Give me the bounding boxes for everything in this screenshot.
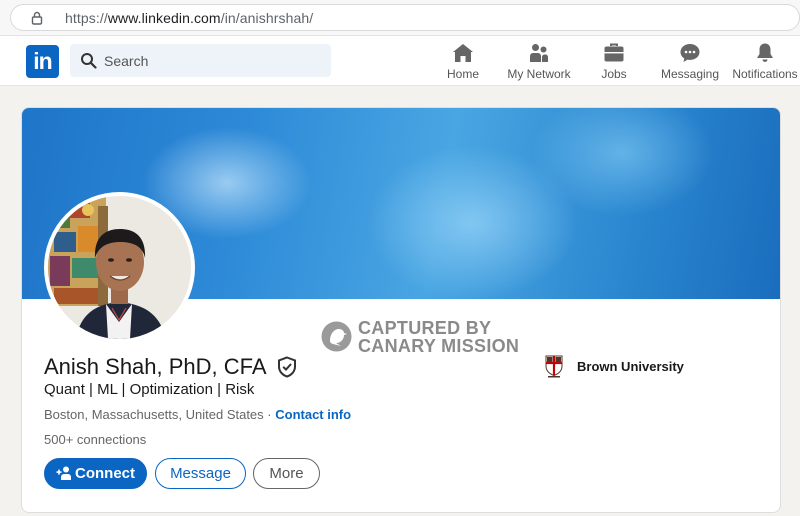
search-input[interactable] bbox=[104, 44, 324, 77]
nav-my-network[interactable]: My Network bbox=[505, 41, 573, 85]
avatar-photo bbox=[48, 196, 191, 339]
nav-home[interactable]: Home bbox=[443, 41, 483, 85]
connect-button-label: Connect bbox=[75, 465, 135, 482]
briefcase-icon bbox=[604, 43, 624, 62]
profile-avatar[interactable] bbox=[44, 192, 195, 343]
profile-name-row: Anish Shah, PhD, CFA bbox=[44, 353, 297, 381]
connections-count[interactable]: 500+ connections bbox=[44, 432, 146, 447]
nav-notifications[interactable]: Notifications bbox=[732, 41, 798, 85]
profile-headline: Quant | ML | Optimization | Risk bbox=[44, 381, 255, 398]
bird-icon bbox=[321, 321, 352, 352]
watermark-line-2: CANARY MISSION bbox=[358, 336, 520, 356]
nav-home-label: Home bbox=[446, 67, 479, 81]
contact-info-link[interactable]: Contact info bbox=[275, 407, 351, 422]
nav-jobs-label: Jobs bbox=[601, 67, 627, 81]
nav-notifications-label: Notifications bbox=[732, 67, 798, 81]
profile-name: Anish Shah, PhD, CFA bbox=[44, 354, 267, 379]
brown-university-logo bbox=[543, 354, 565, 378]
location-separator: · bbox=[263, 407, 276, 422]
watermark-line-1: CAPTURED BY bbox=[358, 318, 492, 338]
message-button[interactable]: Message bbox=[155, 458, 246, 489]
linkedin-logo[interactable]: in bbox=[26, 45, 59, 78]
add-person-icon bbox=[56, 466, 71, 480]
top-nav: in Home My Network Jobs bbox=[0, 36, 800, 86]
search-icon bbox=[81, 53, 97, 69]
nav-messaging[interactable]: Messaging bbox=[659, 41, 721, 85]
network-icon bbox=[530, 44, 548, 62]
bell-icon bbox=[757, 43, 773, 62]
connect-button[interactable]: Connect bbox=[44, 458, 147, 489]
school-name: Brown University bbox=[577, 359, 684, 374]
watermark-text: CAPTURED BY CANARY MISSION bbox=[358, 319, 519, 355]
search-box[interactable] bbox=[70, 44, 331, 77]
url-text: https://www.linkedin.com/in/anishrshah/ bbox=[65, 10, 314, 26]
more-button[interactable]: More bbox=[253, 458, 320, 489]
nav-my-network-label: My Network bbox=[507, 67, 571, 81]
nav-messaging-label: Messaging bbox=[660, 67, 720, 81]
url-field[interactable]: https://www.linkedin.com/in/anishrshah/ bbox=[10, 4, 800, 31]
profile-card: CAPTURED BY CANARY MISSION Anish Shah, P… bbox=[21, 107, 781, 513]
chat-icon bbox=[680, 44, 700, 62]
lock-icon bbox=[31, 11, 43, 25]
profile-location-row: Boston, Massachusetts, United States · C… bbox=[44, 407, 351, 422]
home-icon bbox=[453, 44, 473, 62]
nav-jobs[interactable]: Jobs bbox=[595, 41, 633, 85]
verified-shield-icon[interactable] bbox=[277, 356, 297, 378]
profile-location: Boston, Massachusetts, United States bbox=[44, 407, 264, 422]
browser-address-bar: https://www.linkedin.com/in/anishrshah/ bbox=[0, 0, 800, 36]
